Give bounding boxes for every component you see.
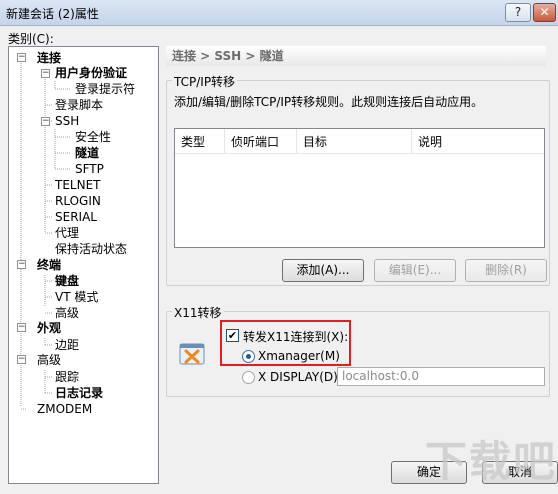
tree-item-rlogin[interactable]: RLOGIN xyxy=(55,194,101,208)
x11-group-title: X11转移 xyxy=(172,304,224,321)
tree-item-terminal-advanced[interactable]: 高级 xyxy=(55,306,79,320)
tree-item-vt-mode[interactable]: VT 模式 xyxy=(55,290,98,304)
edit-button[interactable]: 编辑(E)... xyxy=(374,259,456,282)
category-tree[interactable]: − − − − − − 连接 用户身份验证 登录提示符 登录脚本 SSH 安全性… xyxy=(8,46,159,484)
tree-item-security[interactable]: 安全性 xyxy=(75,130,111,144)
tree-lines xyxy=(20,57,71,410)
toggle-terminal-icon[interactable]: − xyxy=(17,260,26,269)
tree-item-advanced[interactable]: 高级 xyxy=(37,353,61,367)
add-button[interactable]: 添加(A)... xyxy=(282,259,364,282)
tree-item-user-auth[interactable]: 用户身份验证 xyxy=(55,66,127,80)
tree-item-telnet[interactable]: TELNET xyxy=(55,178,101,192)
breadcrumb: 连接 > SSH > 隧道 xyxy=(166,46,546,66)
tree-item-keepalive[interactable]: 保持活动状态 xyxy=(55,242,127,256)
tree-item-sftp[interactable]: SFTP xyxy=(75,162,104,176)
delete-button[interactable]: 删除(R) xyxy=(465,259,547,282)
toggle-advanced-icon[interactable]: − xyxy=(17,355,26,364)
title-bar: 新建会话 (2)属性 ? ✕ xyxy=(0,0,558,26)
toggle-auth-icon[interactable]: − xyxy=(41,69,50,78)
tree-item-keyboard[interactable]: 键盘 xyxy=(55,274,79,288)
highlight-box xyxy=(220,320,351,366)
toggle-connection-icon[interactable]: − xyxy=(17,53,26,62)
window-title: 新建会话 (2)属性 xyxy=(6,7,99,21)
tcpip-description: 添加/编辑/删除TCP/IP转移规则。此规则连接后自动应用。 xyxy=(174,95,484,109)
tree-item-appearance[interactable]: 外观 xyxy=(37,321,61,335)
tree-item-login-prompt[interactable]: 登录提示符 xyxy=(75,82,135,96)
tree-item-login-script[interactable]: 登录脚本 xyxy=(55,98,103,112)
x11-icon xyxy=(179,343,205,365)
help-button[interactable]: ? xyxy=(505,3,531,22)
tree-item-serial[interactable]: SERIAL xyxy=(55,210,97,224)
tree-item-margins[interactable]: 边距 xyxy=(55,338,79,352)
toggle-ssh-icon[interactable]: − xyxy=(41,117,50,126)
tree-item-tunnel[interactable]: 隧道 xyxy=(75,146,99,160)
column-header-type[interactable]: 类型 xyxy=(175,129,225,153)
tree-item-logging[interactable]: 日志记录 xyxy=(55,386,103,400)
tree-item-trace[interactable]: 跟踪 xyxy=(55,370,79,384)
tree-item-zmodem[interactable]: ZMODEM xyxy=(37,402,92,416)
watermark: 下载吧 xyxy=(425,437,558,486)
header-divider xyxy=(175,153,544,154)
tree-item-proxy[interactable]: 代理 xyxy=(55,226,79,240)
tree-item-ssh[interactable]: SSH xyxy=(55,114,79,128)
tree-item-terminal[interactable]: 终端 xyxy=(37,258,61,272)
forwarding-rules-table[interactable]: 类型 侦听端口 目标 说明 xyxy=(174,128,545,248)
category-label: 类别(C): xyxy=(8,32,54,46)
column-header-destination[interactable]: 目标 xyxy=(297,129,412,153)
tcpip-group-title: TCP/IP转移 xyxy=(172,73,238,90)
toggle-appearance-icon[interactable]: − xyxy=(17,323,26,332)
xdisplay-radio[interactable] xyxy=(242,371,255,384)
xdisplay-label: X DISPLAY(D): xyxy=(258,370,342,384)
tree-item-connection[interactable]: 连接 xyxy=(37,51,61,65)
column-header-description[interactable]: 说明 xyxy=(412,129,544,153)
column-header-listen-port[interactable]: 侦听端口 xyxy=(225,129,297,153)
close-button[interactable]: ✕ xyxy=(533,3,556,22)
xdisplay-input[interactable]: localhost:0.0 xyxy=(337,367,545,386)
